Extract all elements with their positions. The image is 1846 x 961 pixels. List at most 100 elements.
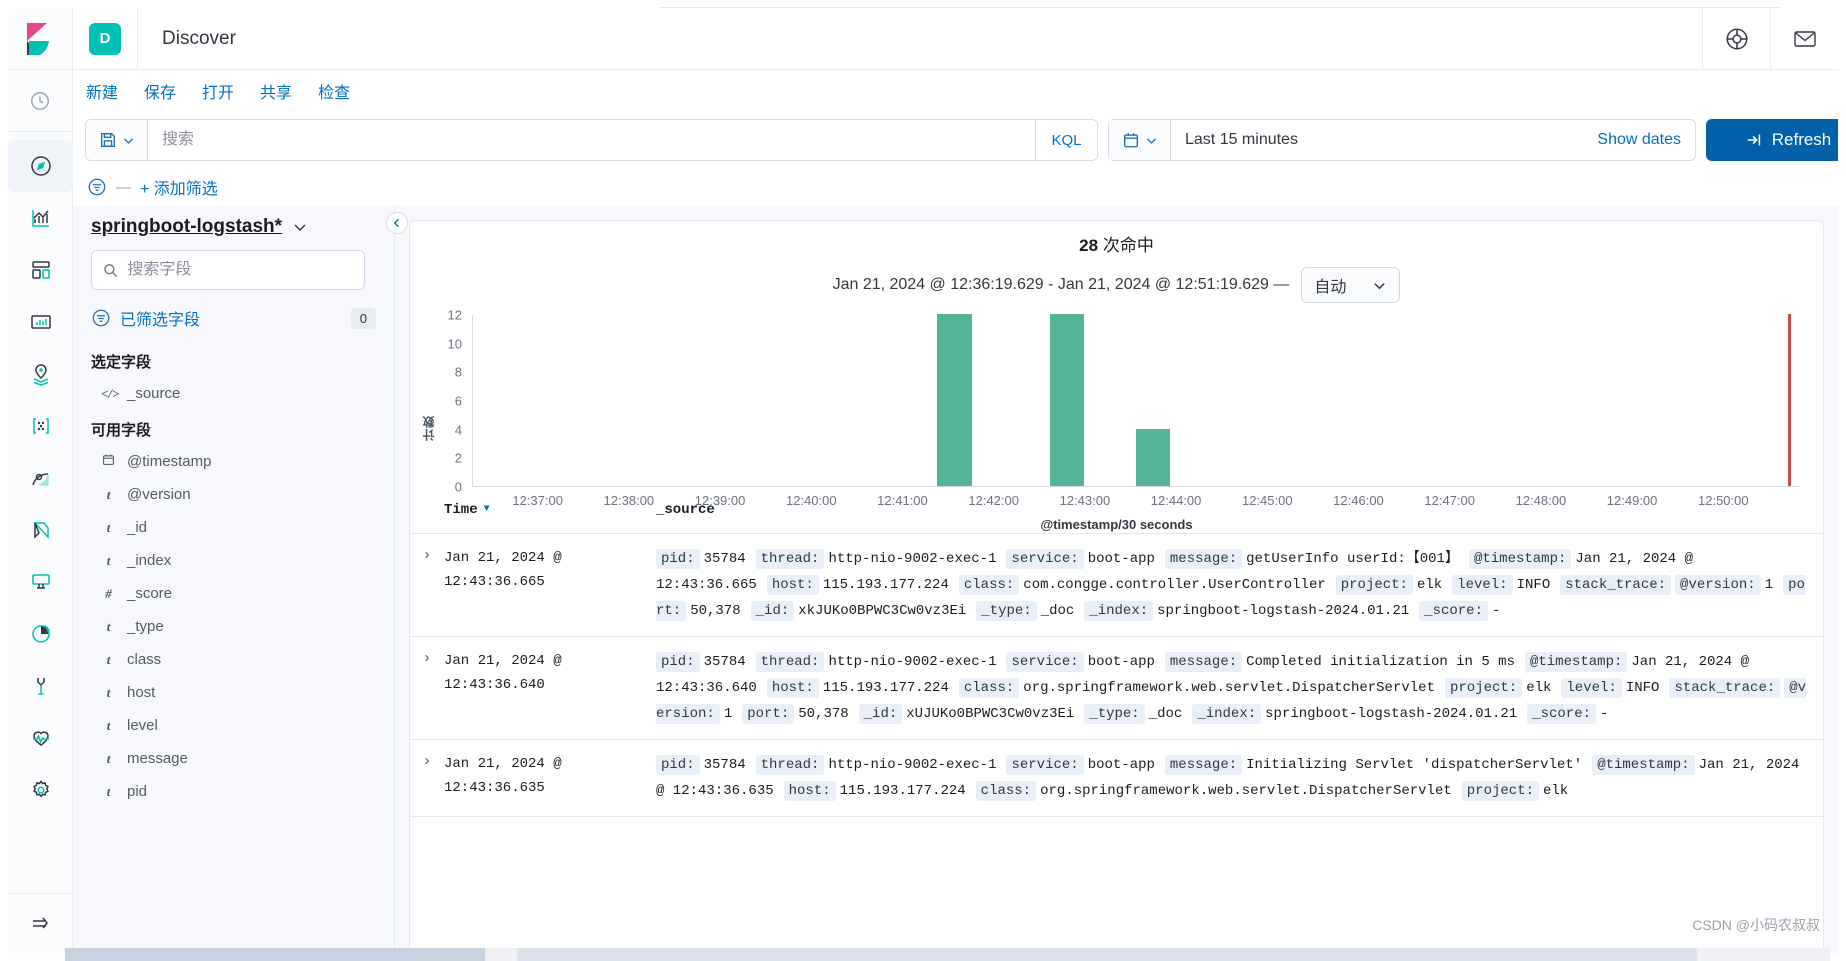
table-header-row: Time ▼ _source (410, 489, 1823, 534)
date-quick-select-button[interactable] (1109, 120, 1171, 160)
refresh-button[interactable]: Refresh (1706, 119, 1838, 161)
field-key: @version: (1675, 575, 1761, 595)
search-fields-input[interactable] (127, 261, 353, 279)
field-label: _score (127, 585, 173, 602)
rail-collapse-button[interactable] (8, 893, 73, 953)
field-item-id[interactable]: t _id (91, 511, 376, 544)
search-input[interactable] (148, 120, 1035, 160)
field-item-host[interactable]: t host (91, 676, 376, 709)
field-item-timestamp[interactable]: @timestamp (91, 445, 376, 478)
sidebar-item-devtools[interactable] (8, 660, 73, 712)
histogram-bar[interactable] (1049, 314, 1085, 486)
add-filter-button[interactable]: + 添加筛选 (140, 175, 218, 199)
field-item-source[interactable]: </> _source (91, 377, 376, 410)
sidebar-item-graph[interactable] (8, 452, 73, 504)
field-search-box[interactable] (91, 250, 365, 290)
rail-item-list (8, 132, 73, 816)
field-key: pid: (656, 755, 700, 775)
field-sidebar: springboot-logstash* 已筛选字段 0 选定字段 (73, 206, 395, 953)
chart-plot-area (472, 314, 1799, 487)
chart-interval-select[interactable]: 自动 (1301, 267, 1401, 303)
index-pattern-name[interactable]: springboot-logstash* (91, 216, 282, 238)
topnav-inspect[interactable]: 检查 (318, 79, 350, 103)
app-header: D Discover (73, 8, 1838, 70)
field-value: boot-app (1087, 551, 1155, 567)
topnav-save[interactable]: 保存 (144, 79, 176, 103)
topnav-share[interactable]: 共享 (260, 79, 292, 103)
sidebar-item-dashboard[interactable] (8, 244, 73, 296)
topnav-open[interactable]: 打开 (202, 79, 234, 103)
scrollbar-track-secondary[interactable] (517, 948, 1697, 961)
histogram-bar[interactable] (937, 314, 972, 486)
sidebar-item-machine-learning[interactable] (8, 400, 73, 452)
expand-row-button[interactable]: › (410, 546, 444, 624)
field-type-icon: t (106, 552, 111, 568)
rail-logo-cell[interactable] (8, 8, 72, 70)
sidebar-item-uptime[interactable] (8, 504, 73, 556)
field-item-level[interactable]: t level (91, 709, 376, 742)
field-value: 115.193.177.224 (822, 680, 949, 696)
field-item-score[interactable]: # _score (91, 577, 376, 610)
field-value: 115.193.177.224 (839, 783, 966, 799)
sidebar-collapse-button[interactable] (386, 212, 408, 234)
sidebar-item-discover[interactable] (8, 140, 73, 192)
chart-icon (31, 210, 49, 227)
horizontal-scrollbar[interactable] (65, 948, 1830, 961)
sidebar-item-management[interactable] (8, 764, 73, 816)
expand-row-button[interactable]: › (410, 752, 444, 804)
available-fields-title: 可用字段 (91, 422, 152, 439)
ml-icon (32, 418, 49, 434)
app-badge: D (89, 22, 121, 55)
sidebar-item-monitoring[interactable] (8, 712, 73, 764)
field-item-message[interactable]: t message (91, 742, 376, 775)
field-key: project: (1461, 781, 1539, 801)
field-label: _index (127, 552, 172, 569)
histogram-bar[interactable] (1136, 428, 1171, 486)
clock-icon (31, 91, 49, 110)
graph-icon (31, 473, 49, 486)
field-label: class (127, 651, 162, 668)
table-row[interactable]: › Jan 21, 2024 @ 12:43:36.635 pid: 35784 thr… (410, 740, 1823, 817)
page-title: Discover (162, 27, 236, 49)
field-label: message (127, 750, 188, 767)
field-item-index[interactable]: t _index (91, 544, 376, 577)
field-value: org.springframework.web.servlet.Dispatch… (1023, 680, 1435, 696)
sort-desc-icon[interactable]: ▼ (484, 498, 490, 522)
scrollbar-thumb[interactable] (65, 948, 485, 961)
filter-icon (92, 309, 110, 327)
sidebar-item-visualize[interactable] (8, 192, 73, 244)
filtered-fields-toggle[interactable]: 已筛选字段 0 (91, 290, 376, 342)
field-item-type[interactable]: t _type (91, 610, 376, 643)
field-key: _score: (1527, 704, 1596, 724)
notifications-button[interactable] (1770, 8, 1838, 70)
discover-top-nav: 新建 保存 打开 共享 检查 (73, 70, 1838, 112)
elastic-kibana-logo-icon (27, 22, 49, 55)
sidebar-item-canvas[interactable] (8, 296, 73, 348)
search-icon (104, 263, 118, 277)
show-dates-button[interactable]: Show dates (1597, 131, 1695, 149)
field-item-class[interactable]: t class (91, 643, 376, 676)
field-item-pid[interactable]: t pid (91, 775, 376, 808)
saved-query-button[interactable] (86, 120, 148, 160)
calendar-icon (101, 453, 116, 470)
field-key: _type: (976, 601, 1037, 621)
help-button[interactable] (1702, 8, 1770, 70)
topnav-new[interactable]: 新建 (86, 79, 118, 103)
time-column-header[interactable]: Time ▼ (444, 497, 656, 523)
field-key: message: (1164, 652, 1243, 672)
field-label: _source (127, 385, 181, 402)
table-row[interactable]: › Jan 21, 2024 @ 12:43:36.640 pid: 35784 thr… (410, 637, 1823, 740)
rail-item-recently-viewed[interactable] (8, 70, 72, 132)
discover-panel-card: 28 次命中 Jan 21, 2024 @ 12:36:19.629 - Jan… (409, 220, 1824, 953)
table-row[interactable]: › Jan 21, 2024 @ 12:43:36.665 pid: 35784 thr… (410, 534, 1823, 637)
sidebar-item-maps[interactable] (8, 348, 73, 400)
filter-icon[interactable] (87, 177, 107, 197)
query-language-button[interactable]: KQL (1035, 120, 1097, 160)
index-pattern-selector[interactable]: springboot-logstash* (91, 206, 376, 250)
field-item-version[interactable]: t @version (91, 478, 376, 511)
sidebar-item-metrics[interactable] (8, 608, 73, 660)
time-range-display[interactable]: Last 15 minutes (1171, 131, 1597, 149)
expand-row-button[interactable]: › (410, 649, 444, 727)
sidebar-item-apm[interactable] (8, 556, 73, 608)
now-marker-line (1788, 314, 1792, 486)
